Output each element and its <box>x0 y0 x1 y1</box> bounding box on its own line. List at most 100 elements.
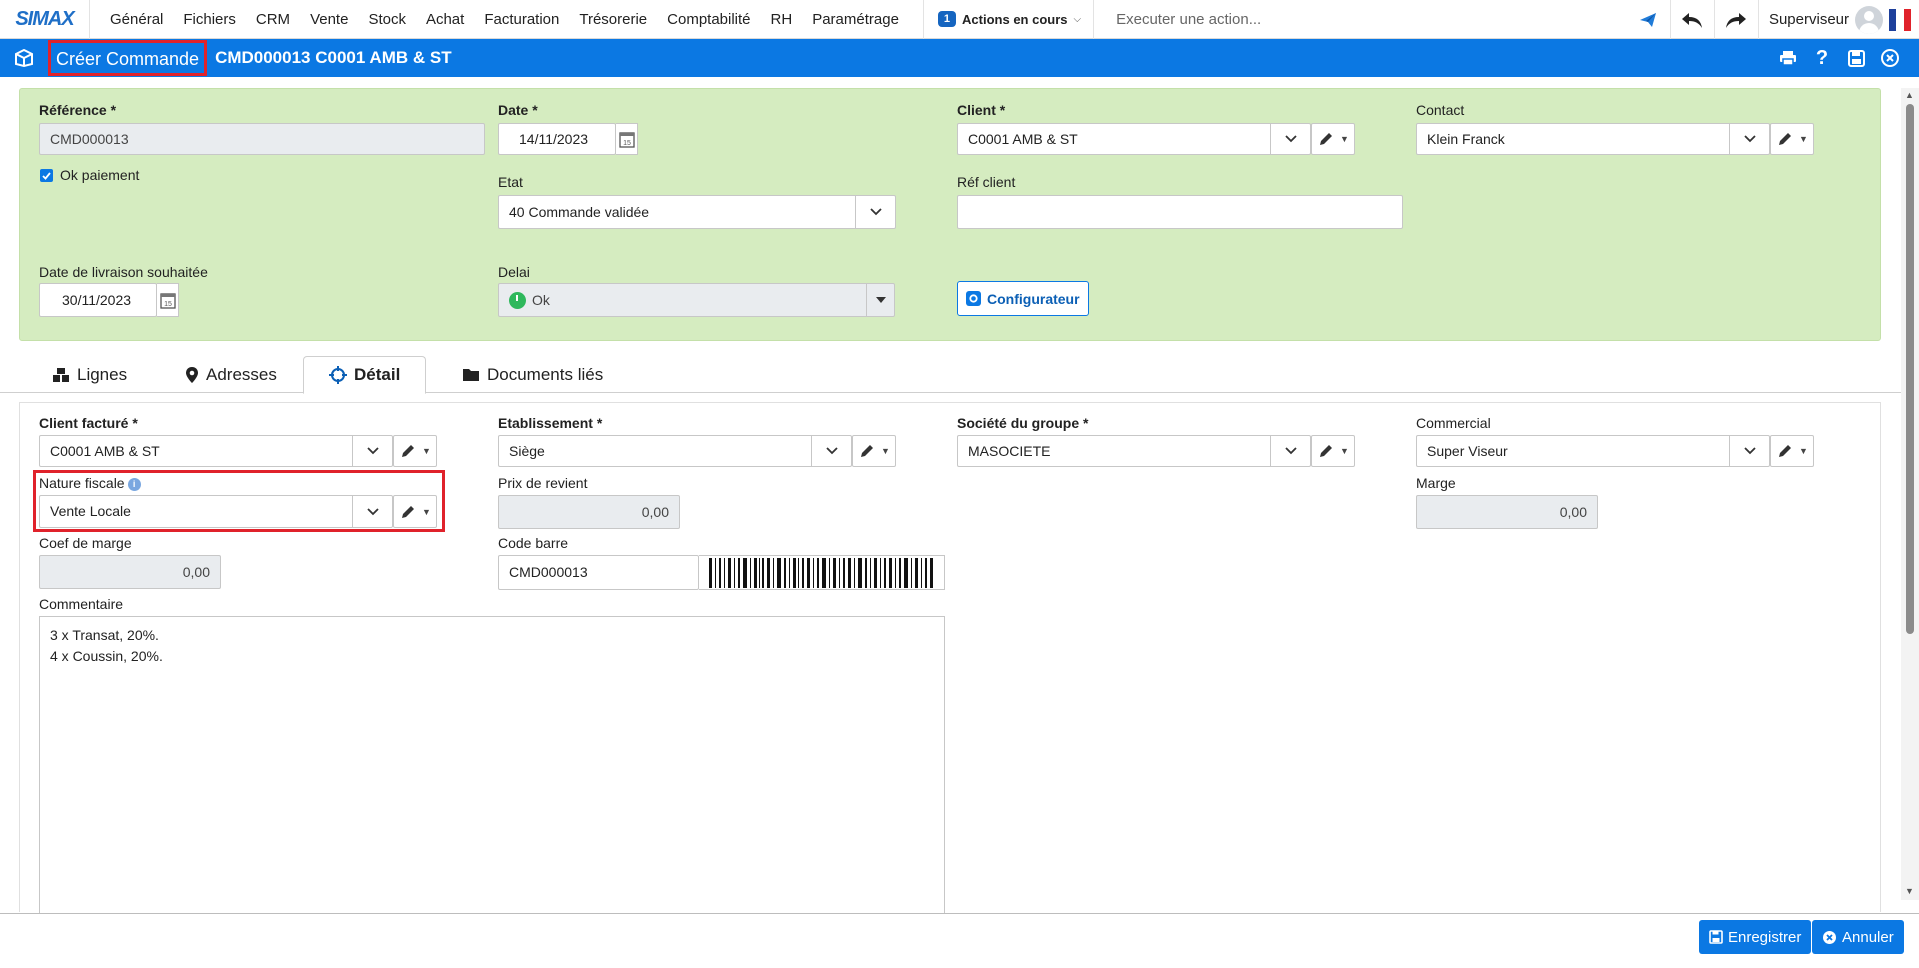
societe-value: MASOCIETE <box>968 443 1051 459</box>
menu-item-facturation[interactable]: Facturation <box>474 0 569 39</box>
help-icon[interactable]: ? <box>1813 47 1831 70</box>
vertical-scrollbar[interactable]: ▲ ▼ <box>1901 88 1919 900</box>
ref-client-field[interactable] <box>957 195 1403 229</box>
scroll-down-icon[interactable]: ▼ <box>1905 886 1914 896</box>
simax-logo[interactable]: SIMAX <box>0 0 90 39</box>
bottom-action-bar: Enregistrer Annuler <box>0 913 1919 968</box>
pencil-icon <box>1320 133 1332 145</box>
order-box-icon <box>0 49 48 67</box>
menu-item-comptabilite[interactable]: Comptabilité <box>657 0 760 39</box>
actions-in-progress[interactable]: 1 Actions en cours ⌵ <box>924 0 1095 39</box>
caret-down-icon: ▼ <box>422 506 431 517</box>
svg-text:15: 15 <box>164 301 172 308</box>
close-icon[interactable] <box>1881 49 1899 67</box>
client-facture-value: C0001 AMB & ST <box>50 443 160 459</box>
save-button[interactable]: Enregistrer <box>1699 920 1812 954</box>
caret-down-icon: ▼ <box>1799 134 1808 144</box>
nature-fiscale-value: Vente Locale <box>50 503 131 519</box>
send-icon[interactable] <box>1626 0 1670 39</box>
menu-item-rh[interactable]: RH <box>761 0 803 39</box>
prix-revient-field: 0,00 <box>498 495 680 529</box>
top-navbar: SIMAX Général Fichiers CRM Vente Stock A… <box>0 0 1919 39</box>
client-select[interactable]: C0001 AMB & ST <box>957 123 1311 155</box>
save-icon <box>1709 930 1723 944</box>
actions-count-badge: 1 <box>937 11 957 27</box>
contact-select[interactable]: Klein Franck <box>1416 123 1770 155</box>
etablissement-select[interactable]: Siège <box>498 435 852 467</box>
menu-item-tresorerie[interactable]: Trésorerie <box>569 0 657 39</box>
societe-edit-button[interactable]: ▼ <box>1311 435 1355 467</box>
menu-item-vente[interactable]: Vente <box>300 0 358 39</box>
client-facture-edit-button[interactable]: ▼ <box>393 435 437 467</box>
commercial-select[interactable]: Super Viseur <box>1416 435 1770 467</box>
scroll-up-icon[interactable]: ▲ <box>1905 90 1914 100</box>
folder-icon <box>463 369 479 381</box>
caret-down-icon: ▼ <box>422 446 431 456</box>
coef-marge-field: 0,00 <box>39 555 221 589</box>
caret-down-icon: ▼ <box>1340 134 1349 144</box>
crosshair-icon <box>329 366 347 384</box>
reference-field: CMD000013 <box>39 123 485 155</box>
client-facture-select[interactable]: C0001 AMB & ST <box>39 435 393 467</box>
client-edit-button[interactable]: ▼ <box>1311 123 1355 155</box>
menu-item-fichiers[interactable]: Fichiers <box>173 0 246 39</box>
menu-item-stock[interactable]: Stock <box>358 0 416 39</box>
tab-lignes[interactable]: Lignes <box>52 356 127 393</box>
etablissement-edit-button[interactable]: ▼ <box>852 435 896 467</box>
ok-paiement-label: Ok paiement <box>60 167 140 183</box>
ok-paiement-checkbox[interactable] <box>40 169 53 182</box>
avatar <box>1855 5 1883 34</box>
nature-fiscale-select[interactable]: Vente Locale <box>39 495 393 528</box>
command-input[interactable] <box>1094 0 1655 38</box>
etat-select[interactable]: 40 Commande validée <box>498 195 896 229</box>
commercial-edit-button[interactable]: ▼ <box>1770 435 1814 467</box>
cancel-button[interactable]: Annuler <box>1812 920 1904 954</box>
save-icon[interactable] <box>1847 49 1865 67</box>
document-title: CMD000013 C0001 AMB & ST <box>215 48 452 67</box>
menu-item-achat[interactable]: Achat <box>416 0 474 39</box>
chevron-down-icon <box>855 196 895 228</box>
detail-panel: Client facturé * C0001 AMB & ST ▼ Nature… <box>19 402 1881 916</box>
configurateur-button[interactable]: Configurateur <box>957 281 1089 316</box>
calendar-icon[interactable]: 15 <box>616 123 638 155</box>
tab-bar: Lignes Adresses Détail Documents liés <box>0 356 1919 394</box>
tab-documents-lies[interactable]: Documents liés <box>462 356 603 393</box>
french-flag-icon[interactable] <box>1889 8 1911 31</box>
menu-item-general[interactable]: Général <box>100 0 173 39</box>
contact-edit-button[interactable]: ▼ <box>1770 123 1814 155</box>
user-menu[interactable]: Superviseur <box>1757 0 1919 39</box>
commentaire-line: 3 x Transat, 20%. <box>50 627 159 643</box>
contact-label: Contact <box>1416 102 1465 118</box>
barcode-image <box>699 555 945 590</box>
marge-label: Marge <box>1416 475 1456 491</box>
scroll-thumb[interactable] <box>1906 104 1914 634</box>
date-livraison-field[interactable]: 30/11/2023 <box>39 283 157 317</box>
societe-select[interactable]: MASOCIETE <box>957 435 1311 467</box>
nature-fiscale-edit-button[interactable]: ▼ <box>393 495 437 528</box>
etablissement-label: Etablissement * <box>498 415 603 431</box>
caret-down-icon: ▼ <box>881 446 890 456</box>
etat-label: Etat <box>498 174 523 190</box>
print-icon[interactable] <box>1779 50 1797 66</box>
ref-client-label: Réf client <box>957 174 1016 190</box>
menu-item-parametrage[interactable]: Paramétrage <box>802 0 909 39</box>
menu-item-crm[interactable]: CRM <box>246 0 300 39</box>
undo-icon[interactable] <box>1669 0 1714 39</box>
info-icon[interactable]: i <box>127 477 141 491</box>
code-barre-field[interactable]: CMD000013 <box>498 555 699 590</box>
caret-down-icon <box>866 284 894 316</box>
top-right-tools: Superviseur <box>1626 0 1919 39</box>
page-title: Créer Commande <box>48 40 208 76</box>
tab-label: Adresses <box>206 364 277 384</box>
date-field[interactable]: 14/11/2023 <box>498 123 616 155</box>
redo-icon[interactable] <box>1713 0 1758 39</box>
clock-icon <box>509 291 526 309</box>
tab-label: Documents liés <box>487 364 604 384</box>
tab-adresses[interactable]: Adresses <box>185 356 277 393</box>
svg-text:15: 15 <box>623 140 631 147</box>
calendar-icon[interactable]: 15 <box>157 283 179 317</box>
chevron-down-icon <box>811 436 851 466</box>
commentaire-textarea[interactable]: 3 x Transat, 20%. 4 x Coussin, 20%. <box>39 616 945 916</box>
pencil-icon <box>1779 133 1791 145</box>
tab-detail[interactable]: Détail <box>303 356 427 394</box>
